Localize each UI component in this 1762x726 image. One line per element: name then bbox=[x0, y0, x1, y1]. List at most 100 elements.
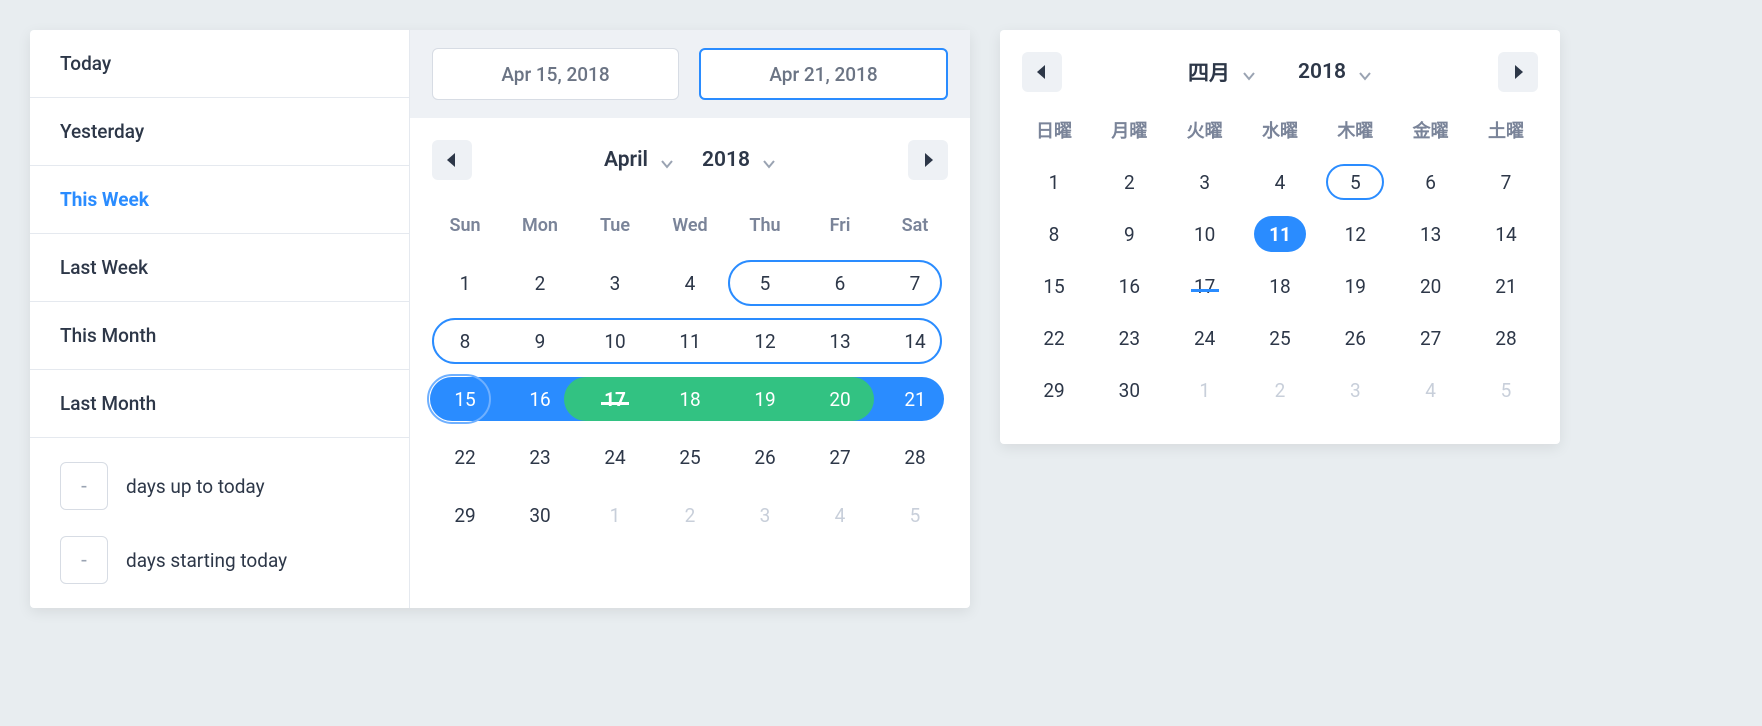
month-label: April bbox=[604, 148, 648, 172]
days-starting-today-input[interactable] bbox=[60, 536, 108, 584]
day-cell[interactable]: 8 bbox=[428, 330, 502, 353]
day-cell[interactable]: 18 bbox=[1244, 275, 1316, 298]
year-select[interactable]: 2018 bbox=[1298, 60, 1372, 84]
day-cell[interactable]: 1 bbox=[1018, 171, 1090, 194]
day-cell[interactable]: 23 bbox=[503, 446, 577, 469]
day-cell[interactable]: 2 bbox=[503, 272, 577, 295]
day-cell[interactable]: 2 bbox=[1244, 379, 1316, 402]
weekday-label: 月曜 bbox=[1093, 117, 1165, 143]
preset-this-month[interactable]: This Month bbox=[30, 302, 409, 370]
day-cell[interactable]: 3 bbox=[1319, 379, 1391, 402]
day-cell[interactable]: 13 bbox=[803, 330, 877, 353]
day-cell[interactable]: 2 bbox=[1093, 171, 1165, 194]
day-cell[interactable]: 12 bbox=[1319, 223, 1391, 246]
chevron-down-icon bbox=[762, 153, 776, 167]
day-cell[interactable]: 23 bbox=[1093, 327, 1165, 350]
day-cell[interactable]: 1 bbox=[1169, 379, 1241, 402]
days-starting-today-row[interactable]: days starting today bbox=[60, 536, 379, 584]
day-cell[interactable]: 30 bbox=[1093, 379, 1165, 402]
range-inputs: Apr 15, 2018 Apr 21, 2018 bbox=[410, 30, 970, 118]
day-cell[interactable]: 27 bbox=[803, 446, 877, 469]
day-cell[interactable]: 15 bbox=[1018, 275, 1090, 298]
day-cell[interactable]: 10 bbox=[1169, 223, 1241, 246]
day-cell[interactable]: 24 bbox=[1169, 327, 1241, 350]
calendar-column: Apr 15, 2018 Apr 21, 2018 April 2018 bbox=[410, 30, 970, 608]
month-select[interactable]: 四月 bbox=[1188, 57, 1256, 87]
day-cell[interactable]: 19 bbox=[1319, 275, 1391, 298]
preset-last-month[interactable]: Last Month bbox=[30, 370, 409, 438]
day-cell[interactable]: 25 bbox=[1244, 327, 1316, 350]
day-cell[interactable]: 7 bbox=[1470, 171, 1542, 194]
day-cell[interactable]: 14 bbox=[878, 330, 952, 353]
day-cell[interactable]: 25 bbox=[653, 446, 727, 469]
day-cell[interactable]: 22 bbox=[428, 446, 502, 469]
day-cell[interactable]: 12 bbox=[728, 330, 802, 353]
day-cell[interactable]: 26 bbox=[728, 446, 802, 469]
next-month-button[interactable] bbox=[1498, 52, 1538, 92]
month-select[interactable]: April bbox=[604, 148, 674, 172]
calendar-header: 四月 2018 bbox=[1000, 30, 1560, 98]
preset-this-week[interactable]: This Week bbox=[30, 166, 409, 234]
next-month-button[interactable] bbox=[908, 140, 948, 180]
weekday-label: Thu bbox=[728, 215, 802, 236]
end-date-field[interactable]: Apr 21, 2018 bbox=[699, 48, 948, 100]
day-cell[interactable]: 13 bbox=[1395, 223, 1467, 246]
day-cell[interactable]: 20 bbox=[803, 388, 877, 411]
day-cell[interactable]: 6 bbox=[803, 272, 877, 295]
day-cell[interactable]: 9 bbox=[503, 330, 577, 353]
day-cell[interactable]: 1 bbox=[578, 504, 652, 527]
day-cell[interactable]: 4 bbox=[653, 272, 727, 295]
preset-last-week[interactable]: Last Week bbox=[30, 234, 409, 302]
start-date-field[interactable]: Apr 15, 2018 bbox=[432, 48, 679, 100]
day-cell[interactable]: 3 bbox=[1169, 171, 1241, 194]
day-cell[interactable]: 29 bbox=[428, 504, 502, 527]
day-cell[interactable]: 26 bbox=[1319, 327, 1391, 350]
day-cell[interactable]: 6 bbox=[1395, 171, 1467, 194]
day-cell[interactable]: 16 bbox=[1093, 275, 1165, 298]
preset-yesterday[interactable]: Yesterday bbox=[30, 98, 409, 166]
day-cell[interactable]: 21 bbox=[1470, 275, 1542, 298]
day-cell[interactable]: 5 bbox=[878, 504, 952, 527]
day-cell[interactable]: 9 bbox=[1093, 223, 1165, 246]
days-up-to-today-row[interactable]: days up to today bbox=[60, 462, 379, 510]
day-cell[interactable]: 5 bbox=[1470, 379, 1542, 402]
day-cell[interactable]: 11 bbox=[1244, 223, 1316, 246]
day-cell[interactable]: 10 bbox=[578, 330, 652, 353]
day-cell[interactable]: 7 bbox=[878, 272, 952, 295]
day-cell[interactable]: 28 bbox=[1470, 327, 1542, 350]
day-cell[interactable]: 5 bbox=[728, 272, 802, 295]
day-cell[interactable]: 20 bbox=[1395, 275, 1467, 298]
day-cell[interactable]: 18 bbox=[653, 388, 727, 411]
day-cell[interactable]: 17 bbox=[578, 388, 652, 411]
day-cell[interactable]: 28 bbox=[878, 446, 952, 469]
preset-today[interactable]: Today bbox=[30, 30, 409, 98]
year-select[interactable]: 2018 bbox=[702, 148, 776, 172]
day-cell[interactable]: 15 bbox=[428, 388, 502, 411]
day-cell[interactable]: 5 bbox=[1319, 171, 1391, 194]
weekday-label: 火曜 bbox=[1169, 117, 1241, 143]
day-cell[interactable]: 17 bbox=[1169, 275, 1241, 298]
day-cell[interactable]: 4 bbox=[1244, 171, 1316, 194]
day-cell[interactable]: 11 bbox=[653, 330, 727, 353]
day-cell[interactable]: 16 bbox=[503, 388, 577, 411]
day-cell[interactable]: 29 bbox=[1018, 379, 1090, 402]
day-cell[interactable]: 14 bbox=[1470, 223, 1542, 246]
day-cell[interactable]: 3 bbox=[578, 272, 652, 295]
day-cell[interactable]: 19 bbox=[728, 388, 802, 411]
day-cell[interactable]: 24 bbox=[578, 446, 652, 469]
day-cell[interactable]: 21 bbox=[878, 388, 952, 411]
month-label: 四月 bbox=[1188, 57, 1230, 87]
day-cell[interactable]: 22 bbox=[1018, 327, 1090, 350]
day-cell[interactable]: 8 bbox=[1018, 223, 1090, 246]
day-cell[interactable]: 30 bbox=[503, 504, 577, 527]
prev-month-button[interactable] bbox=[432, 140, 472, 180]
day-cell[interactable]: 4 bbox=[1395, 379, 1467, 402]
day-cell[interactable]: 4 bbox=[803, 504, 877, 527]
day-cell[interactable]: 2 bbox=[653, 504, 727, 527]
day-cell[interactable]: 27 bbox=[1395, 327, 1467, 350]
day-cell[interactable]: 3 bbox=[728, 504, 802, 527]
day-cell[interactable]: 1 bbox=[428, 272, 502, 295]
days-up-to-today-input[interactable] bbox=[60, 462, 108, 510]
weekday-label: Fri bbox=[803, 215, 877, 236]
prev-month-button[interactable] bbox=[1022, 52, 1062, 92]
